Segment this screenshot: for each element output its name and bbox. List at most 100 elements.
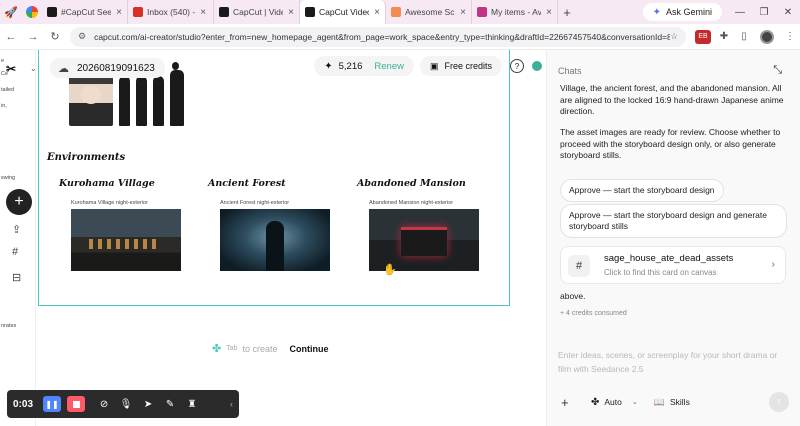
tab-close-icon[interactable]: ×: [200, 7, 206, 18]
attach-plus-button[interactable]: +: [561, 395, 577, 410]
tab-close-icon[interactable]: ×: [374, 7, 380, 18]
project-pill[interactable]: ☁ 20260819091623: [50, 58, 165, 78]
asset-board-card[interactable]: Environments Kurohama Village Kurohama V…: [38, 50, 510, 306]
browser-tab[interactable]: My items - Av ×: [472, 0, 558, 24]
back-icon[interactable]: ←: [0, 31, 22, 43]
browser-tab[interactable]: Awesome Scr ×: [386, 0, 472, 24]
project-id: 20260819091623: [77, 62, 155, 74]
chevron-right-icon: ›: [771, 259, 775, 270]
stop-button[interactable]: [67, 396, 86, 412]
free-credits-button[interactable]: ▣ Free credits: [419, 56, 502, 76]
forward-icon[interactable]: →: [22, 31, 44, 43]
help-icon[interactable]: ?: [510, 59, 524, 73]
approve-storyboard-stills-button[interactable]: Approve — start the storyboard design an…: [560, 204, 787, 238]
pointer-icon[interactable]: ➤: [137, 399, 159, 410]
url-text: capcut.com/ai-creator/studio?enter_from=…: [94, 31, 671, 42]
recording-time: 0:03: [13, 398, 34, 410]
environment-image[interactable]: [71, 209, 181, 271]
url-field[interactable]: ⚙ capcut.com/ai-creator/studio?enter_fro…: [70, 26, 686, 47]
new-tab-button[interactable]: +: [558, 5, 576, 20]
pause-button[interactable]: ❚❚: [43, 396, 62, 412]
continue-button[interactable]: Continue: [290, 344, 329, 354]
mode-selector[interactable]: ✤ Auto ⌄: [591, 397, 638, 408]
environment-card-village[interactable]: Kurohama Village Kurohama Village night-…: [59, 178, 189, 271]
extension-badge[interactable]: EB: [695, 29, 711, 44]
add-button[interactable]: +: [6, 189, 32, 215]
tab-favicon-icon: [219, 7, 229, 17]
tab-close-icon[interactable]: ×: [288, 7, 294, 18]
rail-text: nrates: [1, 323, 17, 329]
assistant-message: Village, the ancient forest, and the aba…: [560, 83, 784, 116]
rail-text: tailed: [1, 87, 15, 93]
browser-tab[interactable]: #CapCut Seed ×: [42, 0, 128, 24]
tab-title: Awesome Scr: [405, 7, 456, 17]
canvas-area[interactable]: Environments Kurohama Village Kurohama V…: [36, 50, 546, 426]
hashtag-icon[interactable]: #: [12, 246, 18, 258]
sidebar-panel-icon[interactable]: ▯: [734, 31, 754, 42]
environment-card-forest[interactable]: Ancient Forest Ancient Forest night-exte…: [208, 178, 338, 271]
environment-name: Abandoned Mansion: [357, 178, 466, 189]
skills-button[interactable]: 📖 Skills: [654, 397, 690, 408]
continue-prompt: ✤ Tab to create Continue: [212, 342, 329, 355]
browser-tab[interactable]: CapCut | Vide ×: [214, 0, 300, 24]
credits-count: 5,216: [338, 60, 363, 72]
chat-composer-input[interactable]: Enter ideas, scenes, or screenplay for y…: [558, 348, 790, 376]
ask-gemini-button[interactable]: ✦ Ask Gemini: [642, 3, 722, 21]
camera-off-icon[interactable]: ⊘: [93, 399, 115, 410]
tab-title: Inbox (540) -: [147, 7, 196, 17]
minimize-icon[interactable]: —: [728, 7, 752, 18]
browser-menu-icon[interactable]: ⋮: [780, 31, 800, 42]
collapse-chevron-icon[interactable]: ‹: [230, 399, 233, 409]
status-dot-icon[interactable]: [532, 61, 542, 71]
tab-title: #CapCut Seed: [61, 7, 111, 17]
highlighter-icon[interactable]: ♜: [181, 399, 203, 410]
tab-close-icon[interactable]: ×: [116, 7, 122, 18]
browser-tab-strip: 🚀 #CapCut Seed×Inbox (540) -×CapCut | Vi…: [0, 0, 800, 24]
environments-heading: Environments: [47, 152, 126, 163]
book-icon: 📖: [653, 396, 665, 407]
hand-cursor-icon: ✋: [383, 264, 397, 276]
environment-image[interactable]: [220, 209, 330, 271]
chats-title: Chats: [558, 66, 582, 76]
bookmark-star-icon[interactable]: ☆: [670, 31, 678, 42]
tab-close-icon[interactable]: ×: [546, 7, 552, 18]
book-icon[interactable]: ⊟: [12, 271, 21, 284]
send-button[interactable]: ↑: [769, 392, 789, 412]
browser-tab[interactable]: Inbox (540) - ×: [128, 0, 214, 24]
tab-title: CapCut | Vide: [233, 7, 284, 17]
free-credits-label: Free credits: [444, 61, 492, 71]
environment-card-mansion[interactable]: Abandoned Mansion Abandoned Mansion nigh…: [357, 178, 487, 271]
window-close-icon[interactable]: ✕: [776, 7, 800, 18]
environment-caption: Abandoned Mansion night-exterior: [369, 200, 454, 206]
tab-close-icon[interactable]: ×: [460, 7, 466, 18]
gift-icon: ▣: [429, 60, 439, 71]
rail-text: swing: [1, 175, 16, 181]
profile-avatar[interactable]: [760, 29, 774, 44]
character-silhouette: [170, 62, 184, 126]
mode-label: Auto: [604, 397, 622, 407]
google-tab-icon[interactable]: [22, 0, 42, 24]
rocket-icon[interactable]: 🚀: [0, 6, 22, 19]
tab-favicon-icon: [477, 7, 487, 17]
credits-consumed-text: 4 credits consumed: [566, 310, 627, 317]
to-create-hint: to create: [242, 343, 278, 354]
sparkle-icon: ✤: [212, 343, 222, 355]
screen-recorder-toolbar: 0:03 ❚❚ ⊘ 🎙 ➤ ✎ ♜ ‹: [7, 390, 239, 418]
globe-icon: ✤: [591, 396, 600, 408]
environment-image[interactable]: [369, 209, 479, 271]
asset-reference-card[interactable]: # sage_house_ate_dead_assets Click to fi…: [560, 246, 786, 284]
mic-off-icon[interactable]: 🎙: [115, 399, 137, 410]
assistant-message: The asset images are ready for review. C…: [560, 127, 781, 160]
credits-pill[interactable]: ✦ 5,216 Renew: [314, 56, 414, 76]
renew-link[interactable]: Renew: [374, 61, 404, 72]
credits-consumed-note: + 4 credits consumed: [560, 310, 627, 317]
upload-icon[interactable]: ⇪: [12, 223, 21, 236]
approve-storyboard-button[interactable]: Approve — start the storyboard design: [560, 179, 724, 202]
collapse-panel-icon[interactable]: ⤡: [773, 64, 782, 77]
maximize-icon[interactable]: ❐: [752, 7, 776, 18]
browser-tab[interactable]: CapCut Video ×: [300, 0, 386, 24]
reload-icon[interactable]: ↻: [44, 30, 66, 43]
extensions-puzzle-icon[interactable]: ✚: [714, 31, 734, 42]
site-settings-icon[interactable]: ⚙: [78, 31, 86, 42]
pen-icon[interactable]: ✎: [159, 399, 181, 410]
